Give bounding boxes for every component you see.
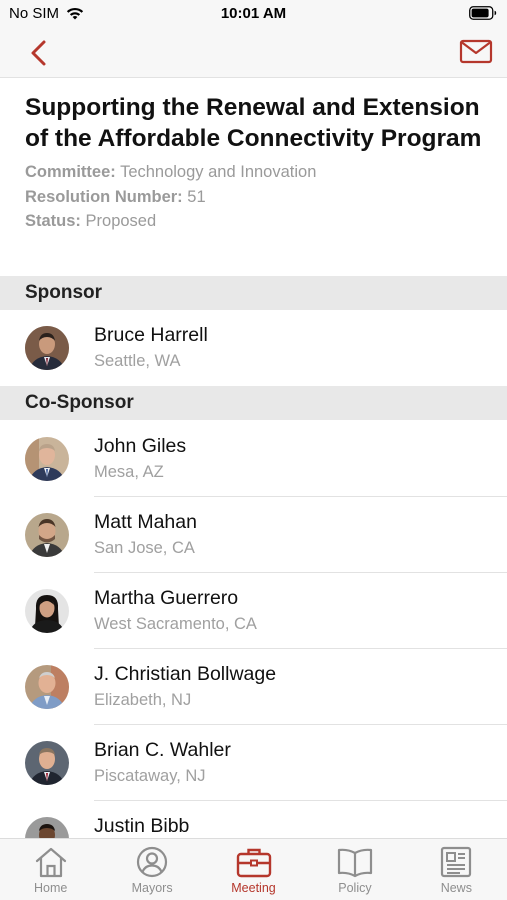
avatar [25, 326, 69, 370]
resolution-header: Supporting the Renewal and Extension of … [25, 92, 490, 234]
tab-home[interactable]: Home [0, 839, 101, 900]
envelope-icon [459, 39, 493, 64]
person-city: Piscataway, NJ [94, 767, 206, 785]
tab-mayors[interactable]: Mayors [101, 839, 202, 900]
chevron-left-icon [31, 40, 46, 66]
back-button[interactable] [24, 37, 54, 69]
tab-label: Policy [338, 881, 372, 895]
resolution-number-row: Resolution Number: 51 [25, 185, 490, 210]
status-row: Status: Proposed [25, 209, 490, 234]
email-button[interactable] [459, 38, 493, 66]
cosponsor-row[interactable]: Matt Mahan San Jose, CA [0, 497, 507, 573]
person-city: Elizabeth, NJ [94, 691, 192, 709]
avatar [25, 665, 69, 709]
tab-label: Home [34, 881, 68, 895]
person-name: Matt Mahan [94, 511, 197, 533]
cosponsor-row[interactable]: J. Christian Bollwage Elizabeth, NJ [0, 649, 507, 725]
resolution-number-label: Resolution Number: [25, 187, 183, 206]
battery-icon [469, 6, 497, 24]
tab-label: Meeting [231, 881, 276, 895]
resolution-meta: Committee: Technology and Innovation Res… [25, 160, 490, 234]
tab-policy[interactable]: Policy [304, 839, 405, 900]
tab-label: News [440, 881, 472, 895]
person-name: Justin Bibb [94, 815, 190, 837]
sponsor-section-header: Sponsor [0, 276, 507, 310]
person-city: Mesa, AZ [94, 463, 164, 481]
person-city: West Sacramento, CA [94, 615, 257, 633]
newspaper-icon [441, 846, 472, 878]
person-name: John Giles [94, 435, 187, 457]
status-label: Status: [25, 212, 81, 230]
sponsor-row[interactable]: Bruce Harrell Seattle, WA [0, 310, 507, 386]
avatar [25, 437, 69, 481]
avatar [25, 741, 69, 785]
house-icon [35, 847, 66, 878]
cosponsor-row[interactable]: Brian C. Wahler Piscataway, NJ [0, 725, 507, 801]
committee-value: Technology and Innovation [120, 163, 317, 181]
tab-meeting[interactable]: Meeting [203, 839, 304, 900]
resolution-title: Supporting the Renewal and Extension of … [25, 94, 482, 152]
status-time: 10:01 AM [220, 5, 287, 22]
tab-news[interactable]: News [406, 839, 507, 900]
person-name: Martha Guerrero [94, 587, 239, 609]
nav-bar [0, 28, 507, 78]
screen: No SIM 10:01 AM Supporting the Renewal a… [0, 0, 507, 900]
briefcase-icon [236, 848, 271, 878]
tab-label: Mayors [131, 881, 173, 895]
committee-label: Committee: [25, 163, 116, 181]
cosponsor-row[interactable]: Martha Guerrero West Sacramento, CA [0, 573, 507, 649]
person-city: Seattle, WA [94, 352, 181, 370]
person-city: San Jose, CA [94, 539, 195, 557]
status-value: Proposed [85, 212, 157, 230]
cosponsor-row[interactable]: John Giles Mesa, AZ [0, 421, 507, 497]
avatar [25, 513, 69, 557]
committee-row: Committee: Technology and Innovation [25, 160, 490, 185]
person-name: J. Christian Bollwage [94, 663, 277, 685]
person-icon [137, 846, 168, 878]
person-name: Brian C. Wahler [94, 739, 231, 761]
tab-bar: Home Mayors Meeting Policy News [0, 838, 507, 900]
avatar [25, 589, 69, 633]
book-icon [337, 848, 373, 878]
cosponsor-section-header: Co-Sponsor [0, 386, 507, 420]
status-bar: No SIM 10:01 AM [0, 0, 507, 28]
person-name: Bruce Harrell [94, 324, 208, 346]
resolution-number-value: 51 [187, 187, 206, 206]
